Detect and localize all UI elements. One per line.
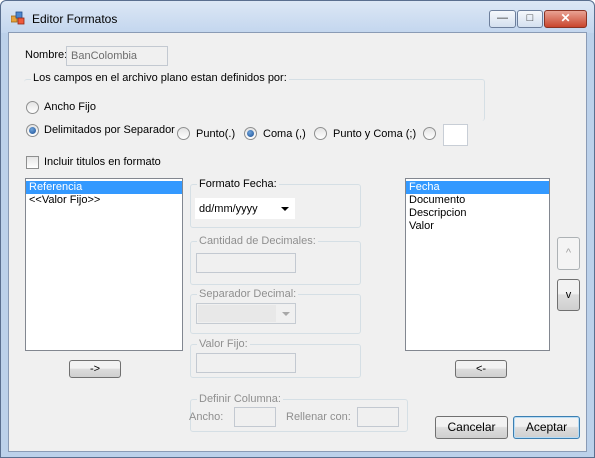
separador-decimal-dropdown[interactable] bbox=[196, 303, 296, 324]
delimitados-label[interactable]: Delimitados por Separador bbox=[44, 124, 175, 136]
form-client-area: Nombre: BanColombia Los campos en el arc… bbox=[8, 32, 587, 452]
formato-fecha-value: dd/mm/yyyy bbox=[199, 203, 258, 215]
list-item-referencia[interactable]: Referencia bbox=[26, 181, 182, 194]
app-icon bbox=[11, 11, 25, 25]
campos-groupbox bbox=[24, 79, 485, 121]
list-item-valor-fijo[interactable]: <<Valor Fijo>> bbox=[26, 194, 182, 207]
punto-radio[interactable] bbox=[177, 127, 190, 140]
maximize-button[interactable]: □ bbox=[517, 10, 543, 28]
rellenar-field[interactable] bbox=[357, 407, 399, 427]
cantidad-decimales-title: Cantidad de Decimales: bbox=[197, 235, 318, 247]
window-title: Editor Formatos bbox=[32, 12, 118, 26]
close-icon: ✕ bbox=[560, 11, 571, 25]
coma-label[interactable]: Coma (,) bbox=[263, 128, 306, 140]
punto-label[interactable]: Punto(.) bbox=[196, 128, 235, 140]
campos-group-title: Los campos en el archivo plano estan def… bbox=[31, 72, 289, 84]
list-item-valor[interactable]: Valor bbox=[406, 220, 549, 233]
list-item-documento[interactable]: Documento bbox=[406, 194, 549, 207]
formato-fecha-dropdown[interactable]: dd/mm/yyyy bbox=[195, 198, 295, 219]
cantidad-decimales-field[interactable] bbox=[196, 253, 296, 273]
delimitados-radio[interactable] bbox=[26, 124, 39, 137]
nombre-label: Nombre: bbox=[25, 49, 68, 61]
available-fields-list[interactable]: Referencia <<Valor Fijo>> bbox=[25, 178, 183, 351]
close-button[interactable]: ✕ bbox=[544, 10, 587, 28]
list-item-fecha[interactable]: Fecha bbox=[406, 181, 549, 194]
separador-decimal-title: Separador Decimal: bbox=[197, 288, 299, 300]
minimize-icon: — bbox=[497, 12, 508, 24]
punto-coma-label[interactable]: Punto y Coma (;) bbox=[333, 128, 416, 140]
separador-decimal-value bbox=[198, 305, 276, 322]
ancho-field[interactable] bbox=[234, 407, 276, 427]
otro-separador-radio[interactable] bbox=[423, 127, 436, 140]
formato-fecha-title: Formato Fecha: bbox=[197, 178, 279, 190]
move-up-button[interactable]: ^ bbox=[557, 237, 580, 270]
valor-fijo-title: Valor Fijo: bbox=[197, 338, 250, 350]
nombre-field[interactable]: BanColombia bbox=[66, 46, 168, 66]
maximize-icon: □ bbox=[526, 12, 534, 24]
punto-coma-radio[interactable] bbox=[314, 127, 327, 140]
move-left-button[interactable]: <- bbox=[455, 360, 507, 378]
chevron-down-icon bbox=[282, 312, 290, 316]
otro-separador-field[interactable] bbox=[443, 124, 468, 146]
cancelar-button[interactable]: Cancelar bbox=[435, 416, 508, 439]
definir-columna-title: Definir Columna: bbox=[197, 393, 283, 405]
list-item-descripcion[interactable]: Descripcion bbox=[406, 207, 549, 220]
format-fields-list[interactable]: Fecha Documento Descripcion Valor bbox=[405, 178, 550, 351]
incluir-titulos-checkbox[interactable] bbox=[26, 156, 39, 169]
ancho-label: Ancho: bbox=[189, 411, 224, 423]
ancho-fijo-radio[interactable] bbox=[26, 101, 39, 114]
rellenar-label: Rellenar con: bbox=[286, 411, 351, 423]
move-right-button[interactable]: -> bbox=[69, 360, 121, 378]
editor-formatos-window: Editor Formatos — □ ✕ Nombre: BanColombi… bbox=[0, 0, 595, 458]
ancho-fijo-label[interactable]: Ancho Fijo bbox=[44, 101, 96, 113]
move-down-button[interactable]: v bbox=[557, 279, 580, 311]
title-bar[interactable]: Editor Formatos — □ ✕ bbox=[1, 1, 594, 33]
minimize-button[interactable]: — bbox=[489, 10, 516, 28]
incluir-titulos-label[interactable]: Incluir titulos en formato bbox=[44, 156, 161, 168]
aceptar-button[interactable]: Aceptar bbox=[513, 416, 580, 439]
chevron-down-icon bbox=[281, 207, 289, 211]
valor-fijo-field[interactable] bbox=[196, 353, 296, 373]
coma-radio[interactable] bbox=[244, 127, 257, 140]
